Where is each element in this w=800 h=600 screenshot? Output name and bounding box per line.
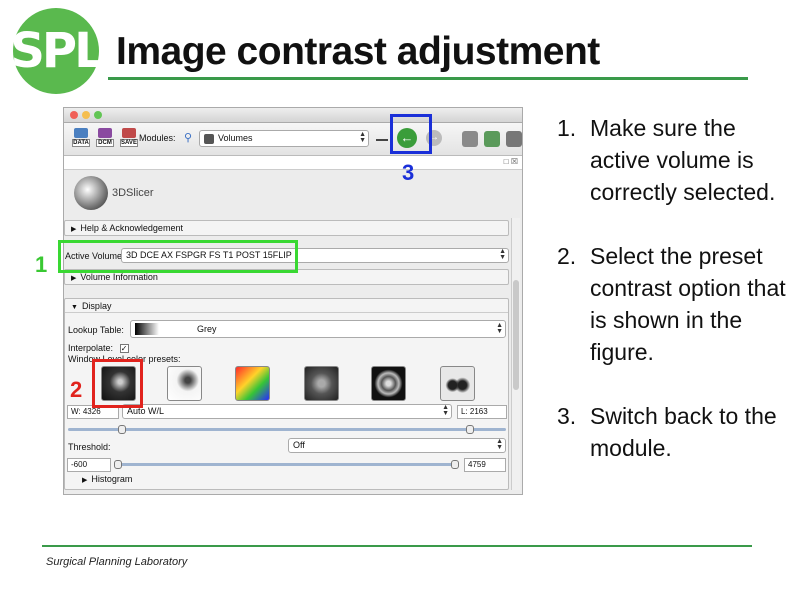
combo-arrows-icon: ▲ ▼ [496, 322, 503, 335]
help-section-title: Help & Acknowledgement [80, 223, 183, 233]
undock-close-icon[interactable]: □ ☒ [504, 157, 518, 166]
step-number: 1. [557, 115, 577, 141]
slide-title: Image contrast adjustment [116, 30, 600, 73]
data-label: DATA [72, 139, 90, 147]
close-window-button[interactable] [70, 111, 78, 119]
save-icon [122, 128, 136, 138]
module-search-icon[interactable]: ⚲ [184, 131, 192, 144]
combo-arrows-icon: ▲ ▼ [496, 438, 503, 451]
wl-max-handle[interactable] [466, 425, 474, 434]
instruction-step-2: 2. Select the preset contrast option that… [557, 240, 787, 368]
combo-arrows-icon: ▲ ▼ [442, 404, 449, 417]
expand-arrow-icon: ▶ [82, 477, 88, 484]
step-text: Switch back to the module. [590, 403, 777, 461]
preset-ct-lung[interactable] [440, 366, 475, 401]
back-button-highlight [390, 114, 432, 154]
histogram-title: Histogram [91, 474, 133, 484]
module-header-strip: □ ☒ [64, 156, 522, 170]
window-value: W: 4326 [71, 407, 101, 416]
threshold-max-spinbox[interactable]: 4759 [464, 458, 506, 472]
instruction-list: 1. Make sure the active volume is correct… [557, 112, 787, 496]
threshold-min-spinbox[interactable]: -600 [67, 458, 111, 472]
step-number: 3. [557, 403, 577, 429]
threshold-slider[interactable] [114, 460, 459, 469]
zoom-window-button[interactable] [94, 111, 102, 119]
step-number: 2. [557, 243, 577, 269]
interpolate-checkbox[interactable]: ✓ [119, 344, 129, 354]
threshold-min-value: -600 [71, 460, 88, 469]
threshold-selector[interactable]: Off ▲ ▼ [288, 438, 506, 453]
collapse-arrow-icon: ▼ [71, 304, 78, 311]
save-label: SAVE [120, 139, 138, 147]
toolbar-separator [376, 139, 388, 141]
combo-arrows-icon: ▲ ▼ [359, 131, 366, 144]
active-volume-highlight [58, 240, 298, 273]
threshold-max-value: 4759 [468, 460, 486, 469]
save-button[interactable]: SAVE [120, 128, 138, 150]
interpolate-label: Interpolate: [68, 343, 114, 353]
annotation-3: 3 [402, 160, 415, 185]
load-data-button[interactable]: DATA [72, 128, 90, 150]
grey-ramp-icon [135, 323, 159, 335]
python-console-icon[interactable] [484, 131, 500, 147]
display-section-title: Display [81, 301, 112, 311]
window-level-slider[interactable] [68, 425, 506, 434]
lookup-table-selector[interactable]: Grey ▲ ▼ [130, 320, 506, 338]
wl-min-handle[interactable] [118, 425, 126, 434]
toolbar-overflow-icon[interactable] [506, 131, 522, 147]
combo-arrows-icon: ▲ ▼ [499, 248, 506, 261]
threshold-max-handle[interactable] [451, 460, 459, 469]
threshold-value: Off [293, 440, 305, 450]
step-text: Select the preset contrast option that i… [590, 243, 786, 365]
histogram-section[interactable]: ▶ Histogram [82, 474, 132, 484]
instruction-step-3: 3. Switch back to the module. [557, 400, 787, 464]
module-selected-value: Volumes [218, 133, 253, 143]
expand-arrow-icon: ▶ [71, 226, 77, 233]
preset-color-map[interactable] [235, 366, 270, 401]
threshold-min-handle[interactable] [114, 460, 122, 469]
load-dicom-button[interactable]: DCM [96, 128, 114, 150]
preset-highlight [92, 359, 143, 408]
dcm-label: DCM [96, 139, 114, 147]
expand-arrow-icon: ▶ [71, 275, 77, 282]
slicer-window: DATA DCM SAVE Modules: ⚲ Volumes ▲ ▼ ← → … [63, 107, 523, 495]
interpolate-row: Interpolate: ✓ [68, 343, 129, 354]
spl-logo: SPL [10, 8, 105, 94]
display-header[interactable]: ▼ Display [65, 299, 508, 313]
help-section[interactable]: ▶ Help & Acknowledgement [64, 220, 509, 236]
preset-ct-brain[interactable] [371, 366, 406, 401]
module-selector[interactable]: Volumes ▲ ▼ [199, 130, 369, 147]
lookup-table-value: Grey [197, 324, 217, 334]
preset-ct-abdomen[interactable] [304, 366, 339, 401]
annotation-2: 2 [70, 377, 83, 402]
slicer-logo-icon [74, 176, 108, 210]
level-value: L: 2163 [461, 407, 488, 416]
main-toolbar: DATA DCM SAVE Modules: ⚲ Volumes ▲ ▼ ← → [64, 123, 522, 156]
slicer-logo: 3DSlicer [64, 170, 522, 217]
annotation-1: 1 [35, 252, 48, 277]
footer-divider [42, 545, 752, 547]
panel-scrollbar[interactable] [511, 218, 520, 490]
window-titlebar [64, 108, 522, 123]
level-spinbox[interactable]: L: 2163 [457, 405, 507, 419]
footer-text: Surgical Planning Laboratory [46, 556, 188, 568]
instruction-step-1: 1. Make sure the active volume is correct… [557, 112, 787, 208]
minimize-window-button[interactable] [82, 111, 90, 119]
volume-info-title: Volume Information [80, 272, 158, 282]
scrollbar-thumb[interactable] [513, 280, 519, 390]
lookup-table-label: Lookup Table: [68, 325, 124, 335]
title-divider [108, 77, 748, 80]
slicer-logo-text: 3DSlicer [112, 187, 154, 199]
step-text: Make sure the active volume is correctly… [590, 115, 776, 205]
extension-manager-icon[interactable] [462, 131, 478, 147]
logo-text: SPL [10, 23, 104, 79]
wl-mode-selector[interactable]: Auto W/L ▲ ▼ [122, 404, 452, 419]
volumes-module-icon [204, 134, 214, 144]
preset-ct-bone[interactable] [167, 366, 202, 401]
data-icon [74, 128, 88, 138]
threshold-label: Threshold: [68, 442, 111, 452]
dicom-icon [98, 128, 112, 138]
modules-label: Modules: [139, 133, 176, 143]
